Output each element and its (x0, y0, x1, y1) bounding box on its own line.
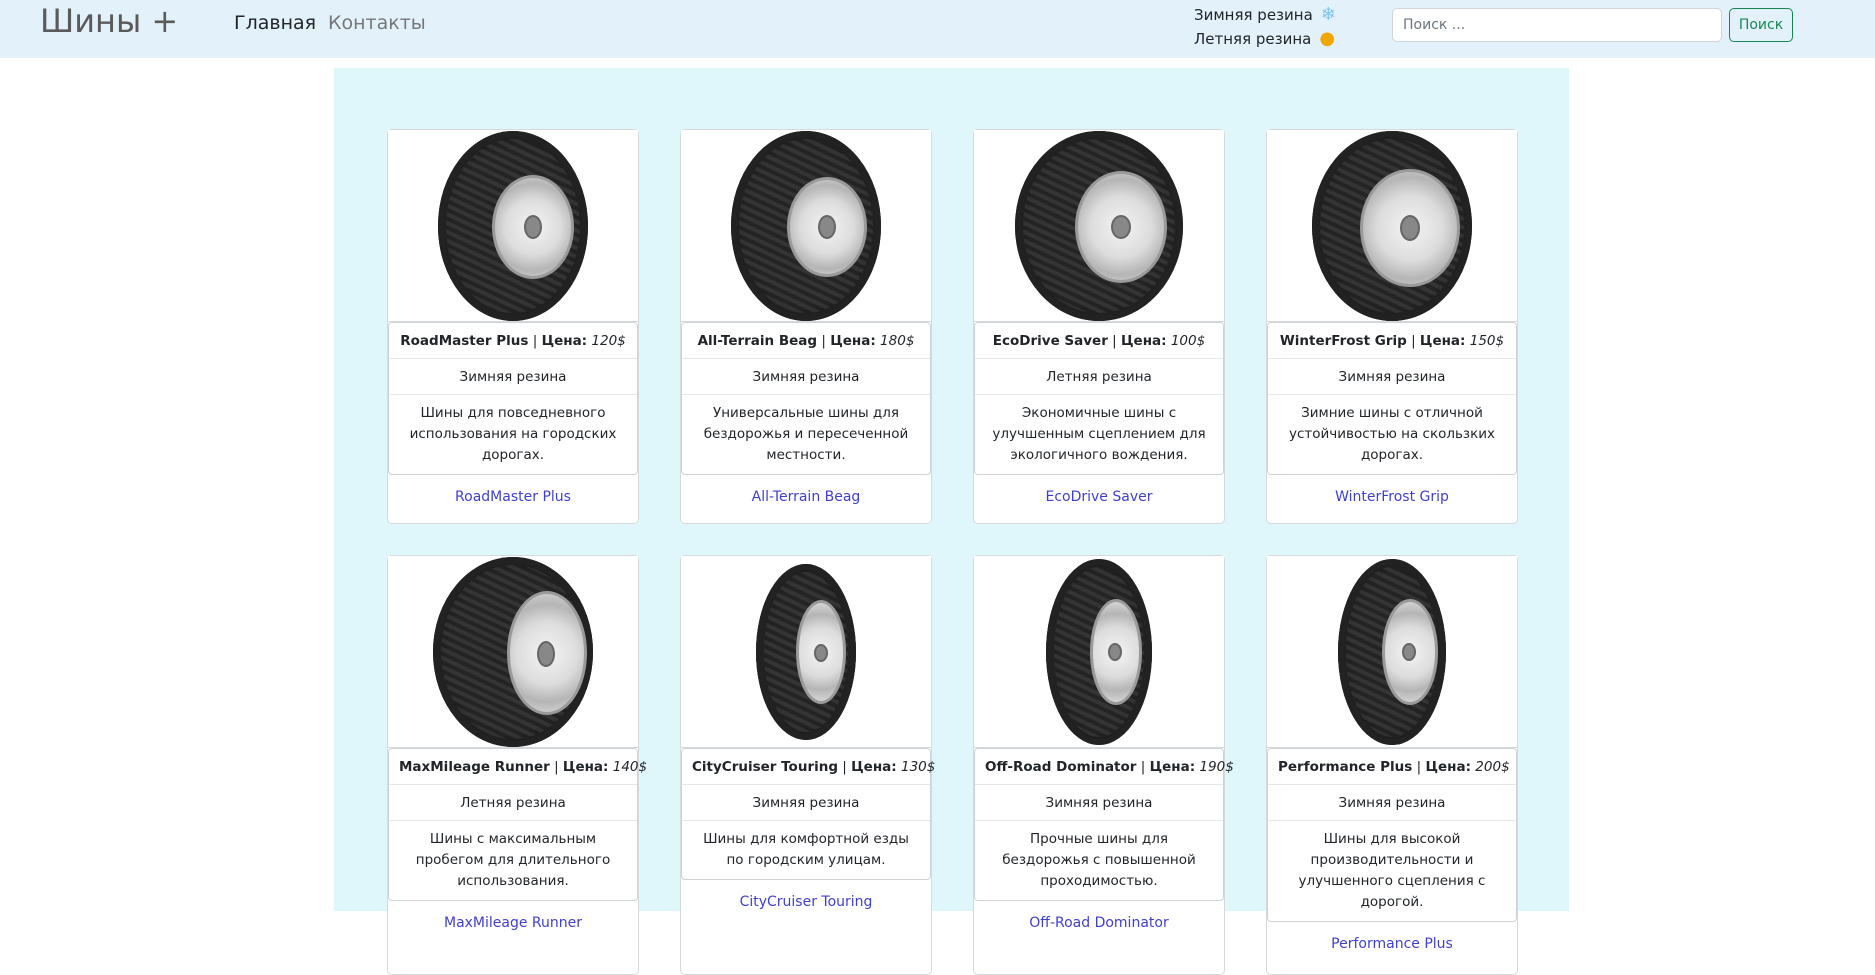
product-link[interactable]: WinterFrost Grip (1267, 475, 1517, 505)
product-title: EcoDrive Saver | Цена: 100$ (975, 323, 1223, 359)
tire-icon (731, 130, 881, 321)
product-description: Шины для высокой производительности и ул… (1298, 831, 1486, 910)
product-description: Шины для комфортной езды по городским ул… (703, 831, 909, 868)
product-info-list: MaxMileage Runner | Цена: 140$ Летняя ре… (388, 748, 647, 901)
product-title: MaxMileage Runner | Цена: 140$ (389, 749, 647, 785)
product-card: Performance Plus | Цена: 200$ Зимняя рез… (1266, 555, 1518, 975)
product-link[interactable]: Performance Plus (1267, 922, 1517, 952)
product-card: EcoDrive Saver | Цена: 100$ Летняя резин… (973, 129, 1225, 524)
product-info-list: CityCruiser Touring | Цена: 130$ Зимняя … (681, 748, 935, 880)
product-card: Off-Road Dominator | Цена: 190$ Зимняя р… (973, 555, 1234, 975)
product-card: CityCruiser Touring | Цена: 130$ Зимняя … (680, 555, 935, 975)
product-info-list: EcoDrive Saver | Цена: 100$ Летняя резин… (974, 322, 1224, 475)
product-type: Зимняя резина (975, 785, 1223, 821)
product-info-list: All-Terrain Beag | Цена: 180$ Зимняя рез… (681, 322, 931, 475)
search-input[interactable] (1392, 8, 1722, 42)
product-description: Шины для повседневного использования на … (409, 405, 617, 463)
product-card: RoadMaster Plus | Цена: 120$ Зимняя рези… (387, 129, 639, 524)
product-type: Летняя резина (975, 359, 1223, 395)
product-type: Летняя резина (389, 785, 637, 821)
product-card: All-Terrain Beag | Цена: 180$ Зимняя рез… (680, 129, 932, 524)
tire-image[interactable] (1267, 130, 1517, 322)
tire-icon (433, 556, 593, 747)
product-title: WinterFrost Grip | Цена: 150$ (1268, 323, 1516, 359)
product-title: CityCruiser Touring | Цена: 130$ (682, 749, 935, 785)
product-title: All-Terrain Beag | Цена: 180$ (682, 323, 930, 359)
tire-icon (438, 130, 588, 321)
product-description: Шины с максимальным пробегом для длитель… (415, 831, 611, 889)
tire-image[interactable] (1267, 556, 1517, 748)
tire-icon (1046, 558, 1152, 745)
product-card: MaxMileage Runner | Цена: 140$ Летняя ре… (387, 555, 647, 975)
tire-image[interactable] (681, 130, 931, 322)
product-description: Универсальные шины для бездорожья и пере… (703, 405, 909, 463)
product-link[interactable]: CityCruiser Touring (681, 880, 931, 910)
sun-icon: ● (1319, 28, 1336, 49)
product-type: Зимняя резина (1268, 359, 1516, 395)
product-info-list: Performance Plus | Цена: 200$ Зимняя рез… (1267, 748, 1517, 922)
brand-logo[interactable]: Шины + (40, 2, 178, 40)
product-info-list: WinterFrost Grip | Цена: 150$ Зимняя рез… (1267, 322, 1517, 475)
tire-icon (1312, 130, 1472, 321)
product-grid: RoadMaster Plus | Цена: 120$ Зимняя рези… (387, 129, 1518, 975)
tire-image[interactable] (974, 556, 1224, 748)
product-info-list: Off-Road Dominator | Цена: 190$ Зимняя р… (974, 748, 1234, 901)
season-filter-winter[interactable]: Зимняя резина ❄ (1194, 4, 1336, 25)
season-filter-summer[interactable]: Летняя резина ● (1194, 28, 1336, 49)
tire-image[interactable] (388, 130, 638, 322)
nav-link-contacts[interactable]: Контакты (328, 12, 426, 34)
nav-link-home[interactable]: Главная (234, 12, 316, 34)
product-title: Performance Plus | Цена: 200$ (1268, 749, 1516, 785)
season-label-winter: Зимняя резина (1194, 6, 1313, 24)
tire-image[interactable] (388, 556, 638, 748)
product-link[interactable]: EcoDrive Saver (974, 475, 1224, 505)
product-link[interactable]: MaxMileage Runner (388, 901, 638, 931)
product-link[interactable]: Off-Road Dominator (974, 901, 1224, 931)
tire-icon (1338, 558, 1446, 745)
tire-image[interactable] (681, 556, 931, 748)
product-description: Прочные шины для бездорожья с повышенной… (1002, 831, 1196, 889)
product-description: Экономичные шины с улучшенным сцеплением… (992, 405, 1206, 463)
season-label-summer: Летняя резина (1194, 30, 1312, 48)
snowflake-icon: ❄ (1320, 4, 1336, 25)
product-type: Зимняя резина (682, 785, 930, 821)
search-button[interactable]: Поиск (1729, 8, 1793, 42)
product-catalog: RoadMaster Plus | Цена: 120$ Зимняя рези… (334, 68, 1569, 975)
product-info-list: RoadMaster Plus | Цена: 120$ Зимняя рези… (388, 322, 638, 475)
product-title: Off-Road Dominator | Цена: 190$ (975, 749, 1234, 785)
product-type: Зимняя резина (1268, 785, 1516, 821)
product-type: Зимняя резина (389, 359, 637, 395)
product-title: RoadMaster Plus | Цена: 120$ (389, 323, 637, 359)
tire-image[interactable] (974, 130, 1224, 322)
product-description: Зимние шины с отличной устойчивостью на … (1288, 405, 1496, 463)
tire-icon (756, 563, 856, 740)
product-card: WinterFrost Grip | Цена: 150$ Зимняя рез… (1266, 129, 1518, 524)
navbar: Шины + Главная Контакты Зимняя резина ❄ … (0, 0, 1875, 58)
product-type: Зимняя резина (682, 359, 930, 395)
product-link[interactable]: RoadMaster Plus (388, 475, 638, 505)
tire-icon (1015, 130, 1183, 321)
product-link[interactable]: All-Terrain Beag (681, 475, 931, 505)
